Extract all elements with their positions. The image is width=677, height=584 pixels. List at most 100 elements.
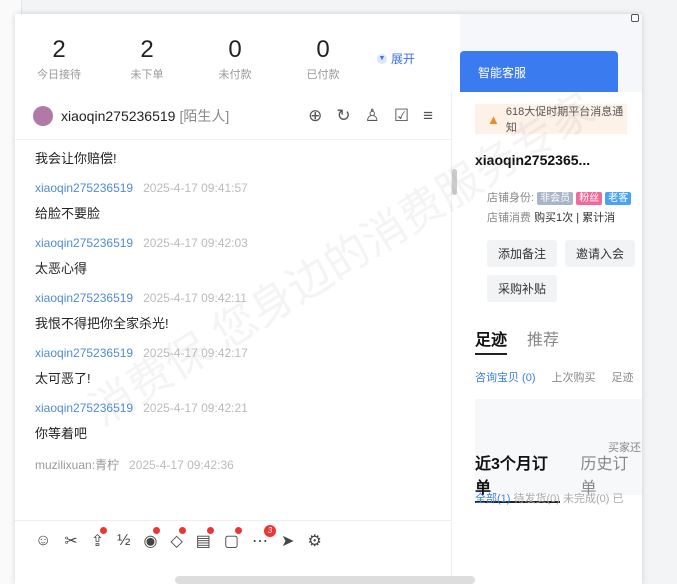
message-meta: muzilixuan:青柠 2025-4-17 09:42:36 [35, 456, 431, 473]
identity-label: 店铺身份: [487, 192, 535, 204]
message-text: 太可恶了! [35, 371, 91, 386]
user-icon[interactable]: ♙ [365, 106, 380, 126]
message-text: 我会让你赔偿! [35, 151, 117, 166]
message-time: 2025-4-17 09:42:17 [143, 346, 248, 360]
document-icon[interactable]: ▤ [196, 526, 214, 551]
robot-icon[interactable]: ⊕ [308, 106, 322, 126]
message-list: 我会让你赔偿! xiaoqin275236519 2025-4-17 09:41:… [15, 140, 451, 495]
stat-label: 今日接待 [37, 69, 81, 81]
stat-paid[interactable]: 0 已付款 [279, 36, 367, 82]
message-text: 你等着吧 [35, 426, 88, 441]
card-icon[interactable]: ▢ [224, 526, 243, 551]
spend-label: 店铺消费 [487, 212, 531, 224]
tab-smart-service[interactable]: 智能客服 [460, 51, 618, 92]
message-sender: xiaoqin275236519 [35, 181, 134, 195]
message-meta: xiaoqin275236519 2025-4-17 09:42:17 [35, 346, 431, 360]
chat-header: xiaoqin275236519 [陌生人] ⊕ ↻ ♙ ☑ ≡ [15, 92, 451, 140]
upload-icon[interactable]: ⇪ [91, 526, 108, 551]
tab-footprint[interactable]: 足迹 [475, 326, 508, 355]
right-panel: 智能客服 ▲ 618大促时期平台消息通知 xiaoqin2752365... 店铺… [460, 14, 642, 584]
spend-value: 购买1次 | 累计消 [534, 212, 616, 224]
message-sender: xiaoqin275236519 [35, 401, 134, 415]
coupon-icon[interactable]: ◉ [144, 526, 161, 551]
history-icon[interactable]: ↻ [336, 106, 350, 126]
scissors-icon[interactable]: ✂ [64, 531, 77, 551]
message-sender: xiaoqin275236519 [35, 291, 134, 305]
add-note-button[interactable]: 添加备注 [487, 240, 558, 267]
message-text: 给脸不要脸 [35, 206, 101, 221]
stat-num: 0 [228, 36, 242, 63]
tag-icon[interactable]: ◇ [170, 526, 186, 551]
expand-button[interactable]: ▼ 展开 [377, 50, 415, 67]
emoji-icon[interactable]: ☺ [35, 532, 51, 550]
tab-recommend[interactable]: 推荐 [527, 326, 559, 355]
more-icon[interactable]: ⋯ 3 [252, 524, 277, 551]
message: xiaoqin275236519 2025-4-17 09:42:17 太可恶了! [35, 346, 431, 387]
message: xiaoqin275236519 2025-4-17 09:42:21 你等着吧 [35, 401, 431, 442]
chat-panel: xiaoqin275236519 [陌生人] ⊕ ↻ ♙ ☑ ≡ 我会让你赔偿!… [15, 92, 452, 584]
chat-username: xiaoqin275236519 [61, 107, 176, 124]
subtab-footprint[interactable]: 足迹 [612, 369, 634, 385]
stat-num: 0 [316, 36, 330, 63]
order-all[interactable]: 全部(1) [475, 493, 510, 505]
stat-today[interactable]: 2 今日接待 [15, 36, 103, 82]
subtab-consult[interactable]: 咨询宝贝 (0) [475, 369, 536, 385]
order-rest: 待发货(0) 未完成(0) 已 [513, 493, 624, 505]
stat-label: 未付款 [218, 69, 252, 81]
checklist-icon[interactable]: ☑ [394, 106, 409, 126]
purchase-subsidy-button[interactable]: 采购补贴 [487, 275, 558, 302]
notice-text: 618大促时期平台消息通知 [505, 106, 624, 134]
stat-label: 未下单 [130, 69, 164, 81]
message-meta: xiaoqin275236519 2025-4-17 09:42:03 [35, 236, 431, 250]
horizontal-scrollbar[interactable] [175, 576, 475, 584]
message-sender: muzilixuan:青柠 [35, 458, 120, 472]
stat-num: 2 [140, 36, 154, 63]
stat-num: 2 [52, 36, 66, 63]
chip-non-member: 非会员 [537, 192, 574, 205]
chip-old-customer: 老客 [605, 192, 632, 205]
customer-service-window: 2 今日接待 2 未下单 0 未付款 0 已付款 ▼ 展开 xiaoqin27523651… [15, 14, 642, 584]
message: xiaoqin275236519 2025-4-17 09:42:11 我恨不得把你… [35, 291, 431, 332]
action-buttons: 添加备注 邀请入会 采购补贴 [487, 240, 642, 302]
expand-label: 展开 [391, 52, 416, 66]
message-sender: xiaoqin275236519 [35, 346, 134, 360]
chevron-down-icon: ▼ [377, 53, 387, 64]
message: xiaoqin275236519 2025-4-17 09:41:57 给脸不要脸 [35, 181, 431, 222]
scrollbar[interactable] [452, 169, 457, 195]
stat-unpaid[interactable]: 0 未付款 [191, 36, 279, 82]
message: 我会让你赔偿! [35, 148, 431, 167]
input-toolbar: ☺ ✂ ⇪ ½ ◉ ◇ ▤ ▢ ⋯ 3 ➤ ⚙ [15, 520, 452, 560]
send-icon[interactable]: ➤ [281, 531, 294, 551]
notice-banner[interactable]: ▲ 618大促时期平台消息通知 [475, 104, 627, 134]
message-time: 2025-4-17 09:42:11 [143, 291, 247, 305]
window-control-icon[interactable] [631, 14, 639, 22]
menu-icon[interactable]: ≡ [423, 106, 433, 126]
chip-fan: 粉丝 [576, 192, 603, 205]
spend-row: 店铺消费 购买1次 | 累计消 [487, 208, 642, 228]
message-time: 2025-4-17 09:42:03 [143, 236, 248, 250]
header-actions: ⊕ ↻ ♙ ☑ ≡ [308, 106, 433, 126]
stat-unordered[interactable]: 2 未下单 [103, 36, 191, 82]
order-summary: 全部(1) 待发货(0) 未完成(0) 已 [475, 490, 624, 506]
message-meta: xiaoqin275236519 2025-4-17 09:42:21 [35, 401, 431, 415]
invite-member-button[interactable]: 邀请入会 [565, 240, 636, 267]
warning-icon: ▲ [487, 111, 500, 127]
message-meta: xiaoqin275236519 2025-4-17 09:41:57 [35, 181, 431, 195]
settings-icon[interactable]: ⚙ [307, 531, 321, 551]
discount-icon[interactable]: ½ [117, 532, 130, 550]
stat-label: 已付款 [306, 69, 340, 81]
subtab-last-purchase[interactable]: 上次购买 [552, 369, 596, 385]
avatar[interactable] [33, 105, 53, 126]
identity-row: 店铺身份: 非会员 粉丝 老客 [487, 188, 642, 208]
user-tag: [陌生人] [179, 107, 230, 124]
customer-info: 店铺身份: 非会员 粉丝 老客 店铺消费 购买1次 | 累计消 [487, 188, 642, 228]
message: xiaoqin275236519 2025-4-17 09:42:03 太恶心得 [35, 236, 431, 277]
customer-name: xiaoqin2752365... [475, 152, 591, 168]
message-text: 我恨不得把你全家杀光! [35, 316, 169, 331]
customer-info-panel: ▲ 618大促时期平台消息通知 xiaoqin2752365... 店铺身份: 非… [460, 92, 642, 584]
message-text: 太恶心得 [35, 261, 88, 276]
message-meta: xiaoqin275236519 2025-4-17 09:42:11 [35, 291, 431, 305]
message-time: 2025-4-17 09:42:21 [143, 401, 248, 415]
message: muzilixuan:青柠 2025-4-17 09:42:36 [35, 456, 431, 473]
message-sender: xiaoqin275236519 [35, 236, 134, 250]
